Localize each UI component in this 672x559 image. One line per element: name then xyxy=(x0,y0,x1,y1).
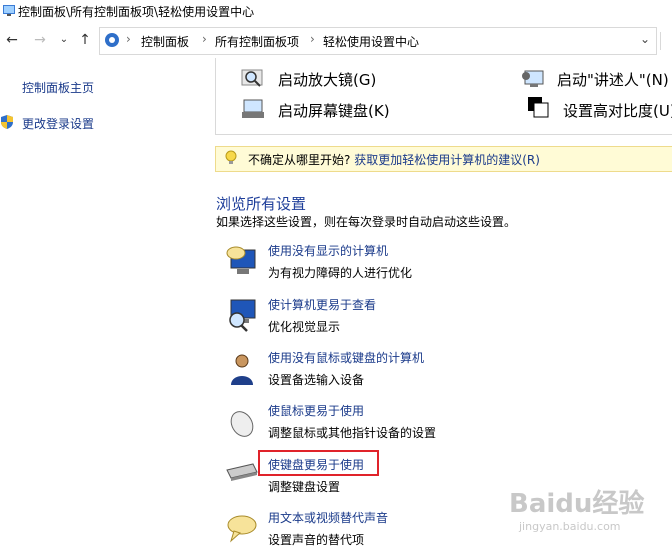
window-title: 控制面板\所有控制面板项\轻松使用设置中心 xyxy=(18,5,255,19)
recent-chevron-down-icon[interactable]: ⌄ xyxy=(56,32,72,48)
list-item: 使计算机更易于查看 优化视觉显示 xyxy=(215,296,672,346)
get-recommendations-link[interactable]: 获取更加轻松使用计算机的建议(R) xyxy=(354,153,540,167)
browse-all-settings-heading: 浏览所有设置 xyxy=(216,195,307,213)
address-chevron-down-icon[interactable]: ⌄ xyxy=(640,32,650,46)
make-easier-to-see-link[interactable]: 使计算机更易于查看 xyxy=(268,296,376,313)
breadcrumb-control-panel[interactable]: 控制面板 xyxy=(141,33,189,50)
item-description: 优化视觉显示 xyxy=(268,320,341,334)
item-description: 设置声音的替代项 xyxy=(268,533,365,547)
sidebar-item-home[interactable]: 控制面板主页 xyxy=(22,79,94,96)
speech-bubble-icon xyxy=(227,515,257,543)
forward-arrow-icon[interactable]: → xyxy=(32,32,48,48)
breadcrumb-separator: › xyxy=(310,32,315,46)
navigation-bar: ← → ⌄ ↑ › 控制面板 › 所有控制面板项 › 轻松使用设置中心 ⌄ xyxy=(0,24,672,58)
start-narrator-link[interactable]: 启动"讲述人"(N) xyxy=(557,69,669,90)
sidebar: 控制面板主页 更改登录设置 xyxy=(0,58,215,551)
title-bar: 控制面板\所有控制面板项\轻松使用设置中心 xyxy=(0,0,672,22)
breadcrumb-separator: › xyxy=(126,32,131,46)
quick-access-panel: 启动放大镜(G) 启动"讲述人"(N) 启动屏幕键盘(K) 设置高对比度(U) xyxy=(215,58,672,135)
person-icon xyxy=(231,354,253,385)
narrator-icon xyxy=(522,70,544,87)
mouse-icon xyxy=(230,411,254,437)
keyboard-icon xyxy=(226,463,258,481)
item-description: 为有视力障碍的人进行优化 xyxy=(268,266,413,280)
control-panel-icon xyxy=(105,33,119,47)
use-without-mouse-or-keyboard-link[interactable]: 使用没有鼠标或键盘的计算机 xyxy=(268,349,424,366)
high-contrast-icon xyxy=(528,97,549,118)
make-keyboard-easier-link[interactable]: 使键盘更易于使用 xyxy=(268,456,364,473)
breadcrumb-ease-of-access[interactable]: 轻松使用设置中心 xyxy=(323,33,419,50)
lightbulb-icon xyxy=(225,150,237,164)
refresh-button[interactable] xyxy=(660,32,672,50)
list-item: 使用没有显示的计算机 为有视力障碍的人进行优化 xyxy=(215,242,672,292)
item-description: 调整鼠标或其他指针设备的设置 xyxy=(268,426,437,440)
watermark-url: jingyan.baidu.com xyxy=(519,520,621,533)
tip-prefix: 不确定从哪里开始? xyxy=(248,153,351,167)
control-panel-icon xyxy=(3,5,15,16)
make-easier-to-see-icon xyxy=(229,299,256,332)
list-item: 使鼠标更易于使用 调整鼠标或其他指针设备的设置 xyxy=(215,402,672,452)
breadcrumb-all-items[interactable]: 所有控制面板项 xyxy=(215,33,299,50)
tip-text: 不确定从哪里开始? 获取更加轻松使用计算机的建议(R) xyxy=(248,151,540,168)
start-magnifier-link[interactable]: 启动放大镜(G) xyxy=(278,69,376,90)
alternatives-for-sounds-link[interactable]: 用文本或视频替代声音 xyxy=(268,509,388,526)
item-description: 调整键盘设置 xyxy=(268,480,341,494)
on-screen-keyboard-icon xyxy=(242,99,264,118)
watermark: Baidu经验 xyxy=(509,489,645,519)
list-item: 使用没有鼠标或键盘的计算机 设置备选输入设备 xyxy=(215,349,672,399)
item-description: 设置备选输入设备 xyxy=(268,373,365,387)
main-content: 启动放大镜(G) 启动"讲述人"(N) 启动屏幕键盘(K) 设置高对比度(U) … xyxy=(215,58,672,551)
start-on-screen-keyboard-link[interactable]: 启动屏幕键盘(K) xyxy=(278,100,390,121)
suggestion-banner: 不确定从哪里开始? 获取更加轻松使用计算机的建议(R) xyxy=(215,146,672,172)
address-box[interactable]: › 控制面板 › 所有控制面板项 › 轻松使用设置中心 ⌄ xyxy=(99,27,657,55)
magnifier-icon xyxy=(241,69,263,87)
up-arrow-icon[interactable]: ↑ xyxy=(77,32,93,48)
use-without-display-link[interactable]: 使用没有显示的计算机 xyxy=(268,242,388,259)
computer-without-display-icon xyxy=(226,246,256,274)
set-high-contrast-link[interactable]: 设置高对比度(U) xyxy=(563,100,672,121)
shield-icon xyxy=(1,115,13,129)
browse-subtitle: 如果选择这些设置，则在每次登录时自动启动这些设置。 xyxy=(216,215,517,229)
back-arrow-icon[interactable]: ← xyxy=(4,32,20,48)
sidebar-item-change-login[interactable]: 更改登录设置 xyxy=(22,115,94,132)
make-mouse-easier-link[interactable]: 使鼠标更易于使用 xyxy=(268,402,364,419)
breadcrumb-separator: › xyxy=(202,32,207,46)
